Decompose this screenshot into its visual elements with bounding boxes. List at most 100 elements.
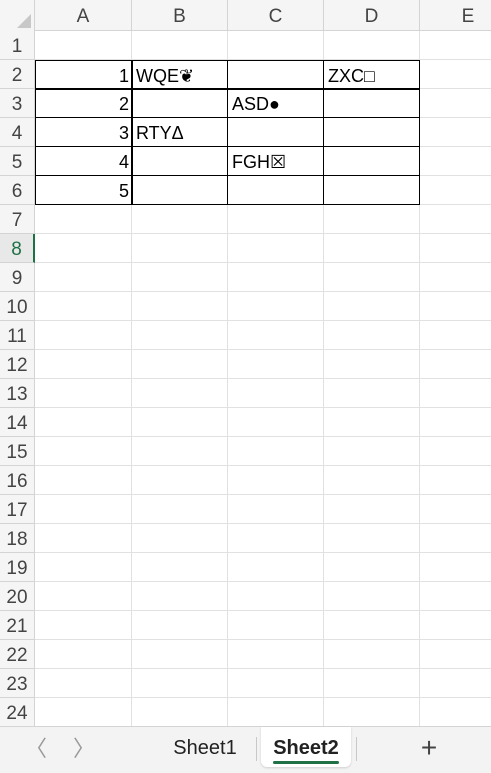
cell-a18[interactable] <box>35 524 132 553</box>
cell-c16[interactable] <box>228 466 324 495</box>
row-header-23[interactable]: 23 <box>0 669 35 698</box>
cell-a8[interactable] <box>35 234 132 263</box>
cell-a4[interactable]: 3 <box>35 117 133 147</box>
cell-c11[interactable] <box>228 321 324 350</box>
row-header-11[interactable]: 11 <box>0 321 35 350</box>
cell-a13[interactable] <box>35 379 132 408</box>
cell-a15[interactable] <box>35 437 132 466</box>
row-header-8[interactable]: 8 <box>0 234 35 263</box>
cell-e13[interactable] <box>420 379 491 408</box>
cell-c13[interactable] <box>228 379 324 408</box>
cell-a14[interactable] <box>35 408 132 437</box>
row-header-2[interactable]: 2 <box>0 60 35 89</box>
row-header-13[interactable]: 13 <box>0 379 35 408</box>
row-header-24[interactable]: 24 <box>0 698 35 726</box>
cell-c4[interactable] <box>227 117 324 147</box>
row-header-7[interactable]: 7 <box>0 205 35 234</box>
cell-e16[interactable] <box>420 466 491 495</box>
chevron-right-icon[interactable]: 〉 <box>72 736 96 762</box>
cell-b22[interactable] <box>132 640 228 669</box>
cell-e11[interactable] <box>420 321 491 350</box>
cell-b21[interactable] <box>132 611 228 640</box>
cell-c23[interactable] <box>228 669 324 698</box>
row-header-15[interactable]: 15 <box>0 437 35 466</box>
row-header-18[interactable]: 18 <box>0 524 35 553</box>
cell-e4[interactable] <box>420 118 491 147</box>
cell-b12[interactable] <box>132 350 228 379</box>
cell-d2[interactable]: ZXC□ <box>323 60 420 90</box>
cell-c3[interactable]: ASD● <box>227 88 324 118</box>
tab-sheet2[interactable]: Sheet2 <box>261 727 351 767</box>
cell-e1[interactable] <box>420 31 491 60</box>
cell-a7[interactable] <box>35 205 132 234</box>
cell-a5[interactable]: 4 <box>35 146 133 176</box>
cell-b11[interactable] <box>132 321 228 350</box>
cell-a9[interactable] <box>35 263 132 292</box>
cell-d17[interactable] <box>324 495 420 524</box>
cell-e10[interactable] <box>420 292 491 321</box>
cell-d8[interactable] <box>324 234 420 263</box>
cell-d15[interactable] <box>324 437 420 466</box>
cell-b10[interactable] <box>132 292 228 321</box>
cell-e24[interactable] <box>420 698 491 726</box>
cell-c21[interactable] <box>228 611 324 640</box>
cell-a19[interactable] <box>35 553 132 582</box>
cell-e17[interactable] <box>420 495 491 524</box>
add-sheet-button[interactable]: + <box>414 733 444 763</box>
cell-c8[interactable] <box>228 234 324 263</box>
cell-d24[interactable] <box>324 698 420 726</box>
cell-c5[interactable]: FGH☒ <box>227 146 324 176</box>
cell-b3[interactable] <box>131 88 228 118</box>
cell-e5[interactable] <box>420 147 491 176</box>
cell-b14[interactable] <box>132 408 228 437</box>
cell-e3[interactable] <box>420 89 491 118</box>
cell-c20[interactable] <box>228 582 324 611</box>
cell-b19[interactable] <box>132 553 228 582</box>
cell-d10[interactable] <box>324 292 420 321</box>
cell-d19[interactable] <box>324 553 420 582</box>
cell-d9[interactable] <box>324 263 420 292</box>
cell-c6[interactable] <box>227 175 324 205</box>
cell-e21[interactable] <box>420 611 491 640</box>
cell-d20[interactable] <box>324 582 420 611</box>
row-header-4[interactable]: 4 <box>0 118 35 147</box>
cell-e23[interactable] <box>420 669 491 698</box>
cell-b15[interactable] <box>132 437 228 466</box>
cell-c18[interactable] <box>228 524 324 553</box>
column-header-a[interactable]: A <box>35 0 132 31</box>
cell-e22[interactable] <box>420 640 491 669</box>
row-header-14[interactable]: 14 <box>0 408 35 437</box>
cell-a12[interactable] <box>35 350 132 379</box>
cell-d14[interactable] <box>324 408 420 437</box>
cell-a1[interactable] <box>35 31 132 60</box>
cell-a11[interactable] <box>35 321 132 350</box>
cell-b6[interactable] <box>131 175 228 205</box>
cell-b24[interactable] <box>132 698 228 726</box>
cell-c22[interactable] <box>228 640 324 669</box>
cell-b7[interactable] <box>132 205 228 234</box>
cell-a16[interactable] <box>35 466 132 495</box>
cell-b13[interactable] <box>132 379 228 408</box>
cell-a10[interactable] <box>35 292 132 321</box>
column-header-e[interactable]: E <box>420 0 491 31</box>
cell-e20[interactable] <box>420 582 491 611</box>
cell-d18[interactable] <box>324 524 420 553</box>
row-header-1[interactable]: 1 <box>0 31 35 60</box>
cell-c12[interactable] <box>228 350 324 379</box>
cell-b17[interactable] <box>132 495 228 524</box>
cell-e7[interactable] <box>420 205 491 234</box>
cell-c1[interactable] <box>228 31 324 60</box>
cell-c24[interactable] <box>228 698 324 726</box>
cell-e15[interactable] <box>420 437 491 466</box>
cell-b9[interactable] <box>132 263 228 292</box>
cell-c17[interactable] <box>228 495 324 524</box>
cell-d21[interactable] <box>324 611 420 640</box>
cell-c15[interactable] <box>228 437 324 466</box>
cell-d12[interactable] <box>324 350 420 379</box>
cell-a20[interactable] <box>35 582 132 611</box>
cell-e18[interactable] <box>420 524 491 553</box>
cell-e12[interactable] <box>420 350 491 379</box>
cell-a3[interactable]: 2 <box>35 88 133 118</box>
cell-d3[interactable] <box>323 88 420 118</box>
cell-d22[interactable] <box>324 640 420 669</box>
